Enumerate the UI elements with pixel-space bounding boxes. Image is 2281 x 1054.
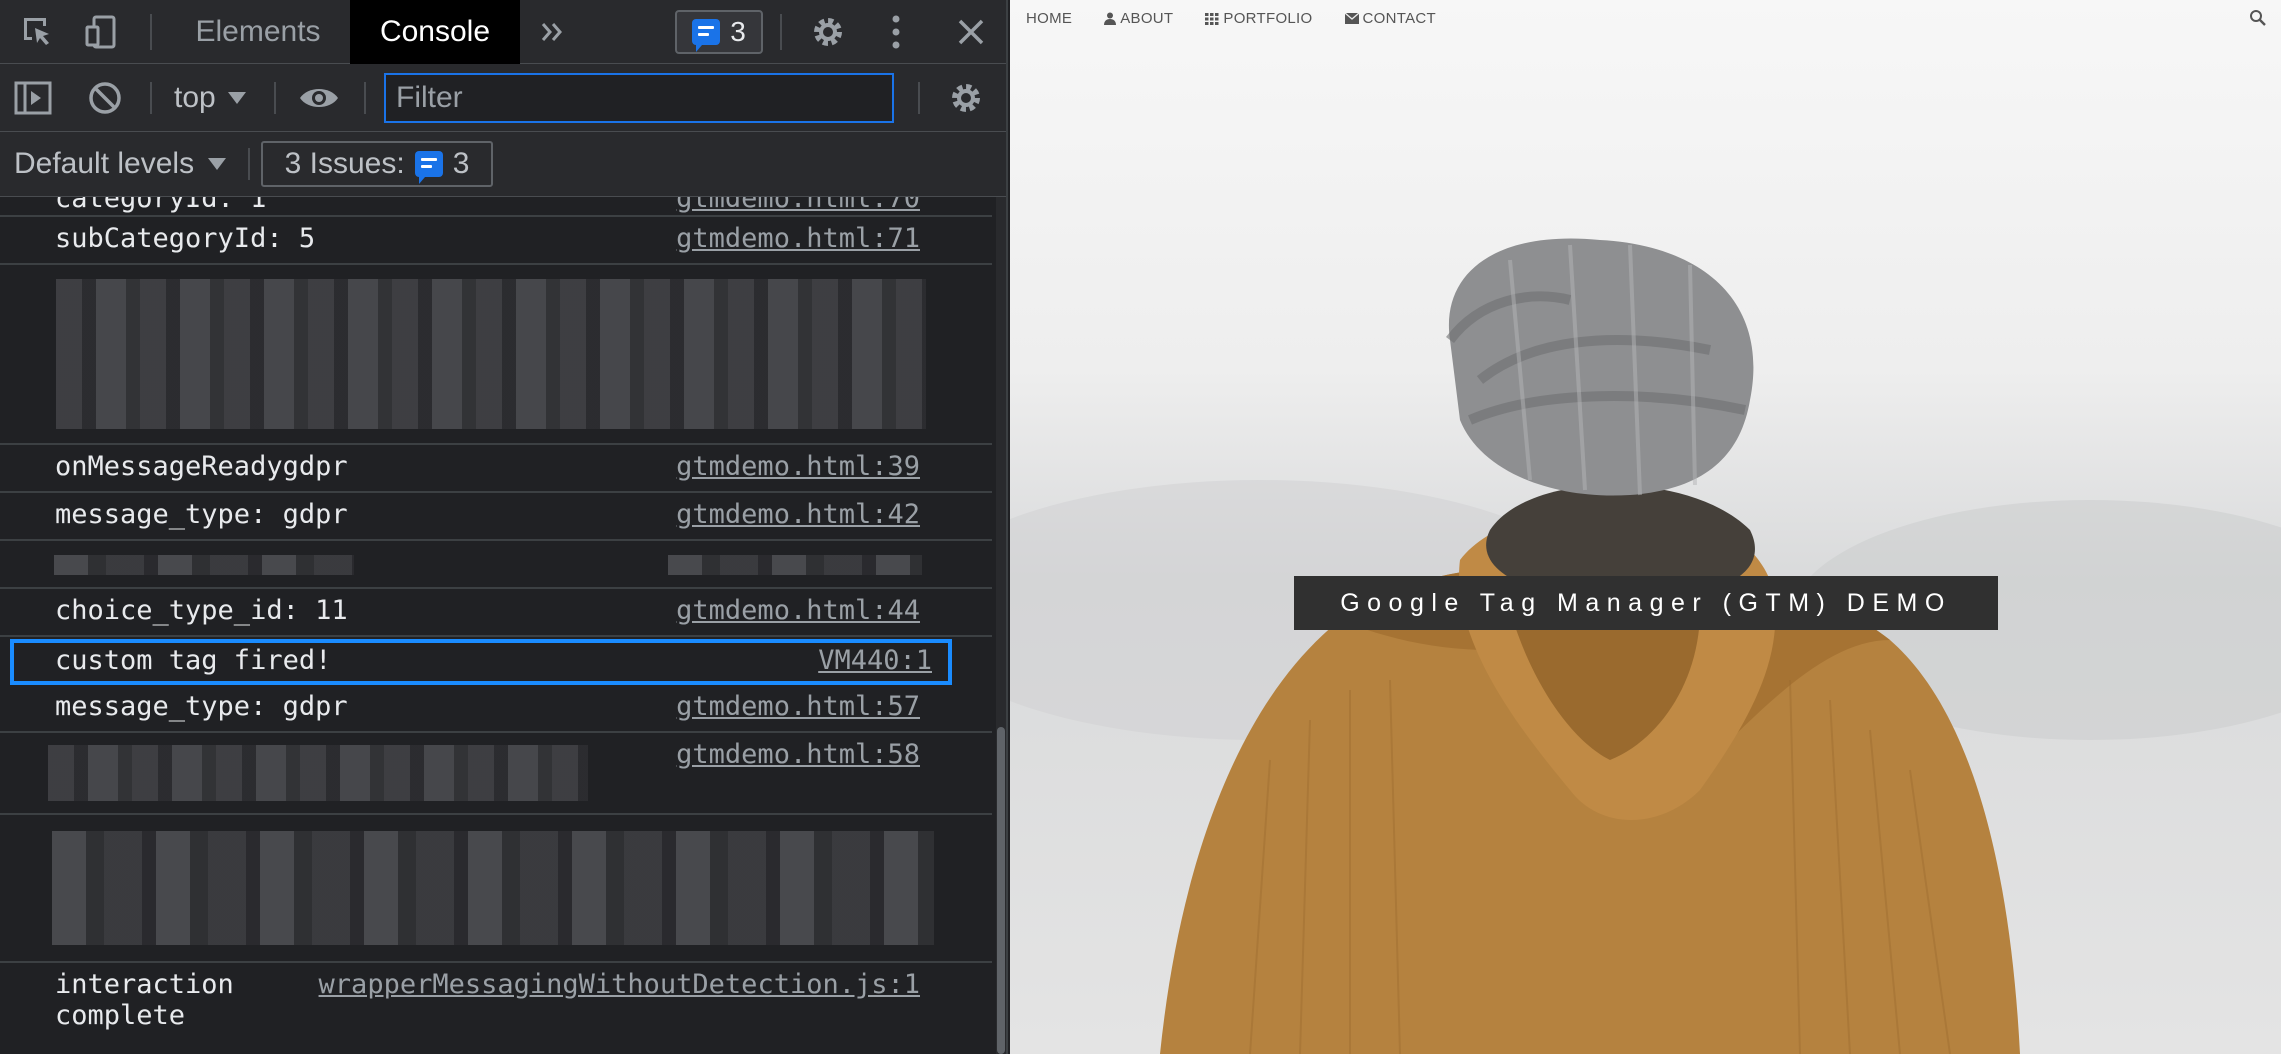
console-row[interactable]: interaction complete wrapperMessagingWit… (0, 963, 992, 1054)
console-source-link[interactable]: gtmdemo.html:42 (676, 499, 920, 530)
console-row[interactable]: gtmdemo.html:58 (0, 733, 992, 815)
tab-console[interactable]: Console (350, 0, 520, 64)
hero-background-image (1160, 238, 2020, 1054)
console-row-highlighted[interactable]: custom tag fired! VM440:1 (10, 639, 952, 685)
devtools-panel: Elements Console 3 top Filter Default le… (0, 0, 1008, 1054)
divider (150, 14, 152, 50)
nav-about-label: ABOUT (1120, 10, 1174, 27)
divider (248, 148, 250, 180)
console-message: message_type: gdpr (55, 691, 348, 722)
redacted-content (48, 745, 588, 801)
console-settings-gear-icon[interactable] (940, 64, 992, 132)
log-levels-dropdown[interactable]: Default levels (14, 144, 227, 184)
nav-portfolio-label: PORTFOLIO (1223, 10, 1313, 27)
issues-badge[interactable]: 3 (675, 10, 763, 54)
envelope-icon (1344, 13, 1359, 24)
context-selector[interactable]: top (174, 78, 246, 118)
hero-title: Google Tag Manager (GTM) DEMO (1340, 588, 1952, 617)
console-row[interactable]: onMessageReadygdpr gtmdemo.html:39 (0, 445, 992, 493)
console-row[interactable]: categoryId: 1 gtmdemo.html:70 (0, 197, 992, 217)
issues-label: 3 Issues: (284, 147, 405, 180)
console-messages[interactable]: categoryId: 1 gtmdemo.html:70 subCategor… (0, 197, 996, 1054)
redacted-content (56, 279, 926, 429)
filter-input[interactable] (384, 73, 894, 123)
dropdown-caret-icon (208, 158, 227, 170)
more-options-icon[interactable] (876, 0, 916, 64)
devtools-tabbar: Elements Console 3 (0, 0, 1006, 64)
search-icon[interactable] (2249, 9, 2267, 27)
console-row-redacted[interactable] (0, 265, 992, 445)
divider (364, 82, 366, 114)
tab-elements[interactable]: Elements (174, 0, 342, 64)
divider (274, 82, 276, 114)
console-source-link[interactable]: gtmdemo.html:70 (676, 197, 920, 214)
nav-contact[interactable]: CONTACT (1344, 10, 1436, 27)
dropdown-caret-icon (227, 92, 246, 104)
nav-home-label: HOME (1026, 10, 1073, 27)
console-source-link[interactable]: gtmdemo.html:44 (676, 595, 920, 626)
redacted-content (54, 555, 354, 575)
console-message: interaction complete (55, 969, 234, 1031)
console-row[interactable]: choice_type_id: 11 gtmdemo.html:44 (0, 589, 992, 637)
close-icon[interactable] (946, 0, 996, 64)
message-icon (692, 19, 721, 52)
scrollbar-thumb[interactable] (997, 727, 1005, 1054)
console-toolbar: top (0, 64, 1006, 132)
console-source-link[interactable]: gtmdemo.html:57 (676, 691, 920, 722)
redacted-content (52, 831, 934, 945)
nav-contact-label: CONTACT (1362, 10, 1436, 27)
console-row[interactable]: subCategoryId: 5 gtmdemo.html:71 (0, 217, 992, 265)
inspect-element-icon[interactable] (12, 0, 64, 64)
console-message: categoryId: 1 (55, 197, 267, 214)
log-levels-label: Default levels (14, 147, 195, 180)
console-row-redacted[interactable] (0, 815, 992, 963)
console-source-link[interactable]: wrapperMessagingWithoutDetection.js:1 (319, 969, 920, 1000)
console-message: custom tag fired! (55, 645, 332, 676)
console-source-link[interactable]: VM440:1 (818, 645, 932, 676)
context-label: top (174, 81, 216, 114)
nav-portfolio[interactable]: PORTFOLIO (1205, 10, 1312, 27)
nav-home[interactable]: HOME (1026, 10, 1072, 27)
webpage-viewport: HOME ABOUT PORTFOLIO CONTACT Google Tag … (1010, 0, 2281, 1054)
issues-count: 3 (452, 147, 470, 180)
hero-title-box: Google Tag Manager (GTM) DEMO (1294, 576, 1998, 630)
device-toolbar-icon[interactable] (76, 0, 128, 64)
console-message: message_type: gdpr (55, 499, 348, 530)
console-scrollbar[interactable] (996, 197, 1006, 1054)
more-tabs-icon[interactable] (530, 0, 576, 64)
divider (780, 14, 782, 50)
nav-about[interactable]: ABOUT (1104, 10, 1173, 27)
console-message: choice_type_id: 11 (55, 595, 348, 626)
issues-badge-count: 3 (730, 16, 746, 47)
live-expression-eye-icon[interactable] (294, 64, 344, 132)
user-icon (1104, 12, 1117, 25)
clear-console-icon[interactable] (82, 64, 128, 132)
site-nav: HOME ABOUT PORTFOLIO CONTACT (1026, 10, 1436, 27)
console-message: onMessageReadygdpr (55, 451, 348, 482)
console-source-link[interactable]: gtmdemo.html:58 (676, 739, 920, 770)
console-row[interactable]: message_type: gdpr gtmdemo.html:57 (0, 685, 992, 733)
console-source-link[interactable]: gtmdemo.html:39 (676, 451, 920, 482)
console-message: subCategoryId: 5 (55, 223, 316, 254)
console-levels-bar: Default levels 3 Issues: 3 (0, 132, 1006, 197)
settings-gear-icon[interactable] (804, 0, 852, 64)
console-row[interactable]: message_type: gdpr gtmdemo.html:42 (0, 493, 992, 541)
issues-button[interactable]: 3 Issues: 3 (261, 141, 493, 187)
divider (150, 82, 152, 114)
sidebar-toggle-icon[interactable] (10, 64, 56, 132)
console-row-redacted[interactable] (0, 541, 992, 589)
redacted-content (668, 555, 922, 575)
divider (918, 82, 920, 114)
message-icon (414, 151, 443, 184)
grid-icon (1205, 12, 1219, 25)
console-source-link[interactable]: gtmdemo.html:71 (676, 223, 920, 254)
